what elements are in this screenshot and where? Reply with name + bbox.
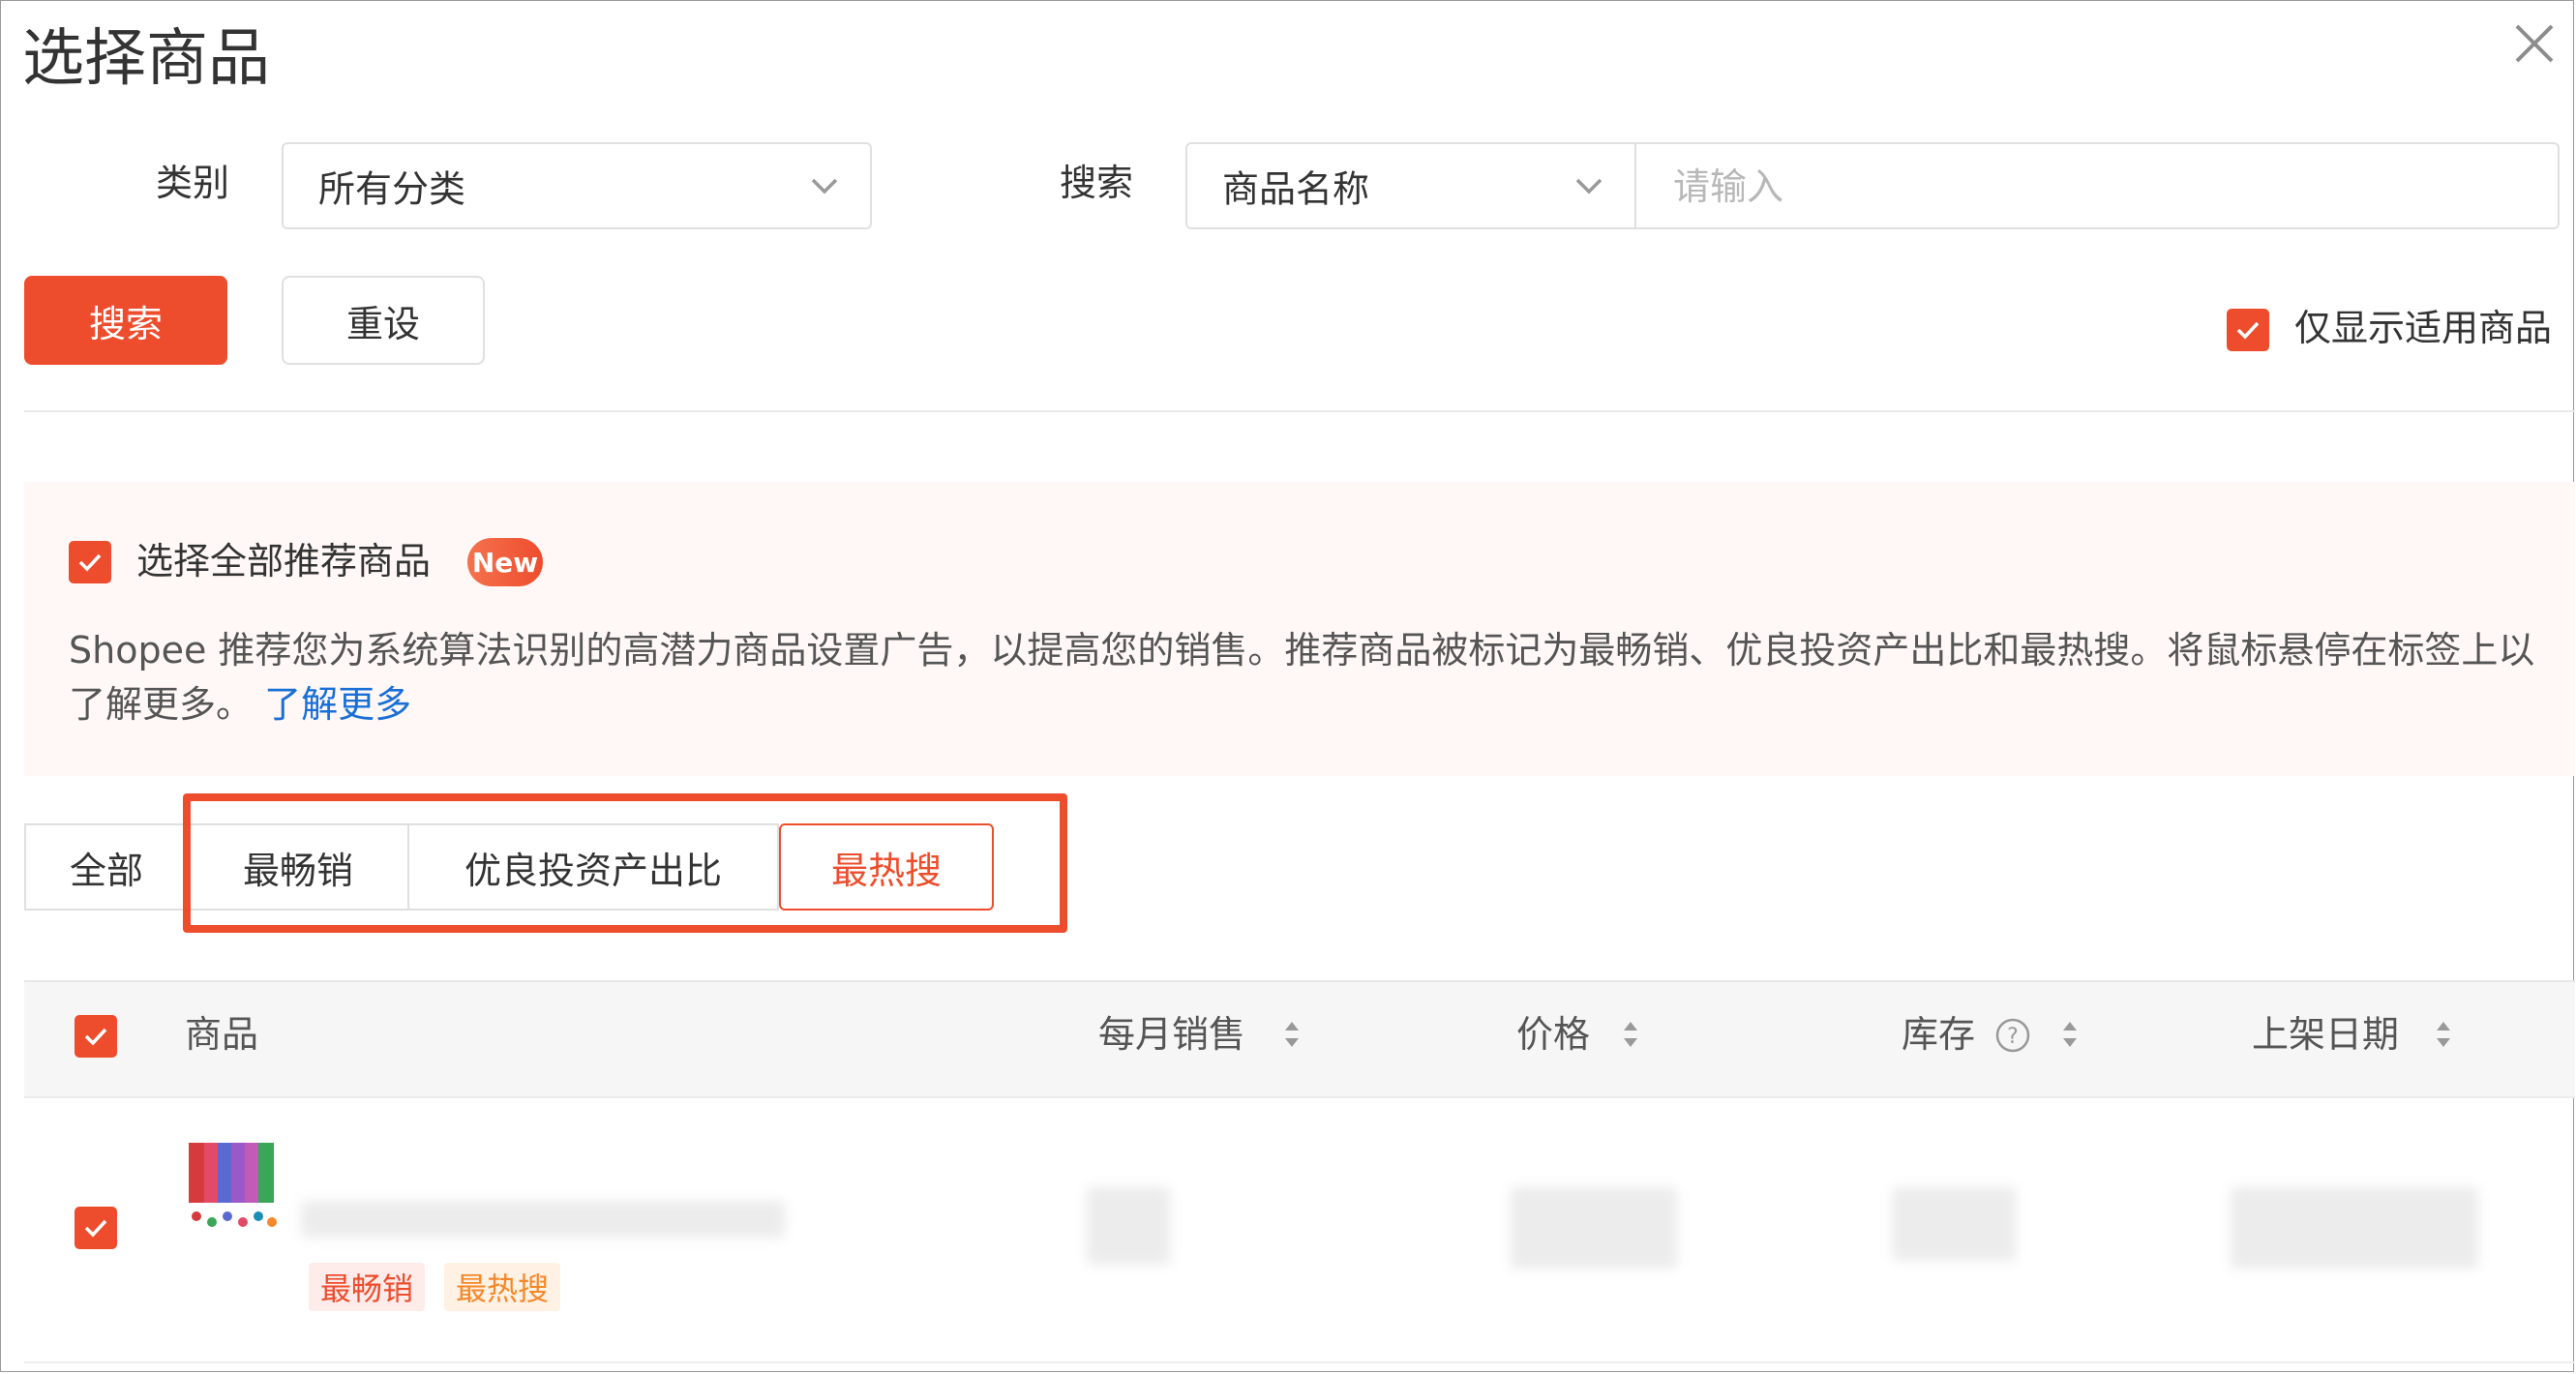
select-all-recommended-checkbox[interactable] <box>69 541 111 583</box>
sort-icon[interactable] <box>1282 1017 1302 1052</box>
check-icon <box>84 1028 107 1046</box>
tab-all[interactable]: 全部 <box>24 823 189 911</box>
category-select-value: 所有分类 <box>318 167 466 211</box>
check-icon <box>84 1219 107 1238</box>
learn-more-link[interactable]: 了解更多 <box>264 683 411 726</box>
only-applicable-checkbox[interactable] <box>2227 309 2269 351</box>
column-header-price[interactable]: 价格 <box>1516 1011 1590 1058</box>
check-icon <box>78 553 102 572</box>
column-header-monthly-sales[interactable]: 每月销售 <box>1098 1011 1245 1058</box>
svg-text:?: ? <box>2007 1025 2019 1049</box>
column-header-listing-date[interactable]: 上架日期 <box>2252 1011 2399 1058</box>
listing-date-blurred <box>2231 1187 2478 1269</box>
dialog-title: 选择商品 <box>22 23 270 95</box>
tab-highlight-box <box>183 793 1067 933</box>
divider <box>24 410 2575 412</box>
only-applicable-label: 仅显示适用商品 <box>2294 307 2553 349</box>
price-blurred <box>1511 1187 1677 1269</box>
product-name-blurred[interactable] <box>301 1201 785 1238</box>
select-all-recommended-label: 选择全部推荐商品 <box>136 540 432 582</box>
search-input[interactable] <box>1671 144 2538 229</box>
tag-best-selling: 最畅销 <box>309 1263 426 1311</box>
close-button[interactable] <box>2509 18 2560 69</box>
close-icon <box>2515 24 2554 63</box>
search-button[interactable]: 搜索 <box>24 276 227 365</box>
monthly-sales-blurred <box>1087 1187 1170 1265</box>
chevron-down-icon <box>1575 178 1603 194</box>
product-thumbnail[interactable] <box>187 1141 280 1234</box>
search-type-value: 商品名称 <box>1222 167 1370 211</box>
select-all-products-checkbox[interactable] <box>75 1015 117 1058</box>
row-checkbox[interactable] <box>75 1207 117 1249</box>
recommend-description: Shopee 推荐您为系统算法识别的高潜力商品设置广告，以提高您的销售。推荐商品… <box>69 623 2546 732</box>
recommend-description-text: Shopee 推荐您为系统算法识别的高潜力商品设置广告，以提高您的销售。推荐商品… <box>69 629 2535 726</box>
tag-top-search: 最热搜 <box>444 1263 561 1311</box>
sort-icon[interactable] <box>2434 1017 2453 1052</box>
column-header-product: 商品 <box>185 1013 259 1056</box>
category-select[interactable]: 所有分类 <box>282 142 872 229</box>
row-divider <box>24 1361 2575 1363</box>
check-icon <box>2236 321 2260 340</box>
sort-icon[interactable] <box>2060 1017 2080 1052</box>
category-label: 类别 <box>156 162 230 204</box>
reset-button[interactable]: 重设 <box>282 276 485 365</box>
chevron-down-icon <box>811 178 838 194</box>
column-header-stock[interactable]: 库存 <box>1902 1011 1975 1058</box>
new-badge: New <box>467 538 543 586</box>
search-input-wrapper <box>1636 142 2560 229</box>
search-label: 搜索 <box>1060 162 1134 204</box>
sort-icon[interactable] <box>1621 1017 1640 1052</box>
stock-blurred <box>1892 1187 2016 1261</box>
search-type-select[interactable]: 商品名称 <box>1185 142 1636 229</box>
help-icon[interactable]: ? <box>1994 1017 2031 1054</box>
select-product-dialog: 选择商品 类别 所有分类 搜索 商品名称 搜索 重设 仅显示适用商品 <box>0 0 2575 1372</box>
